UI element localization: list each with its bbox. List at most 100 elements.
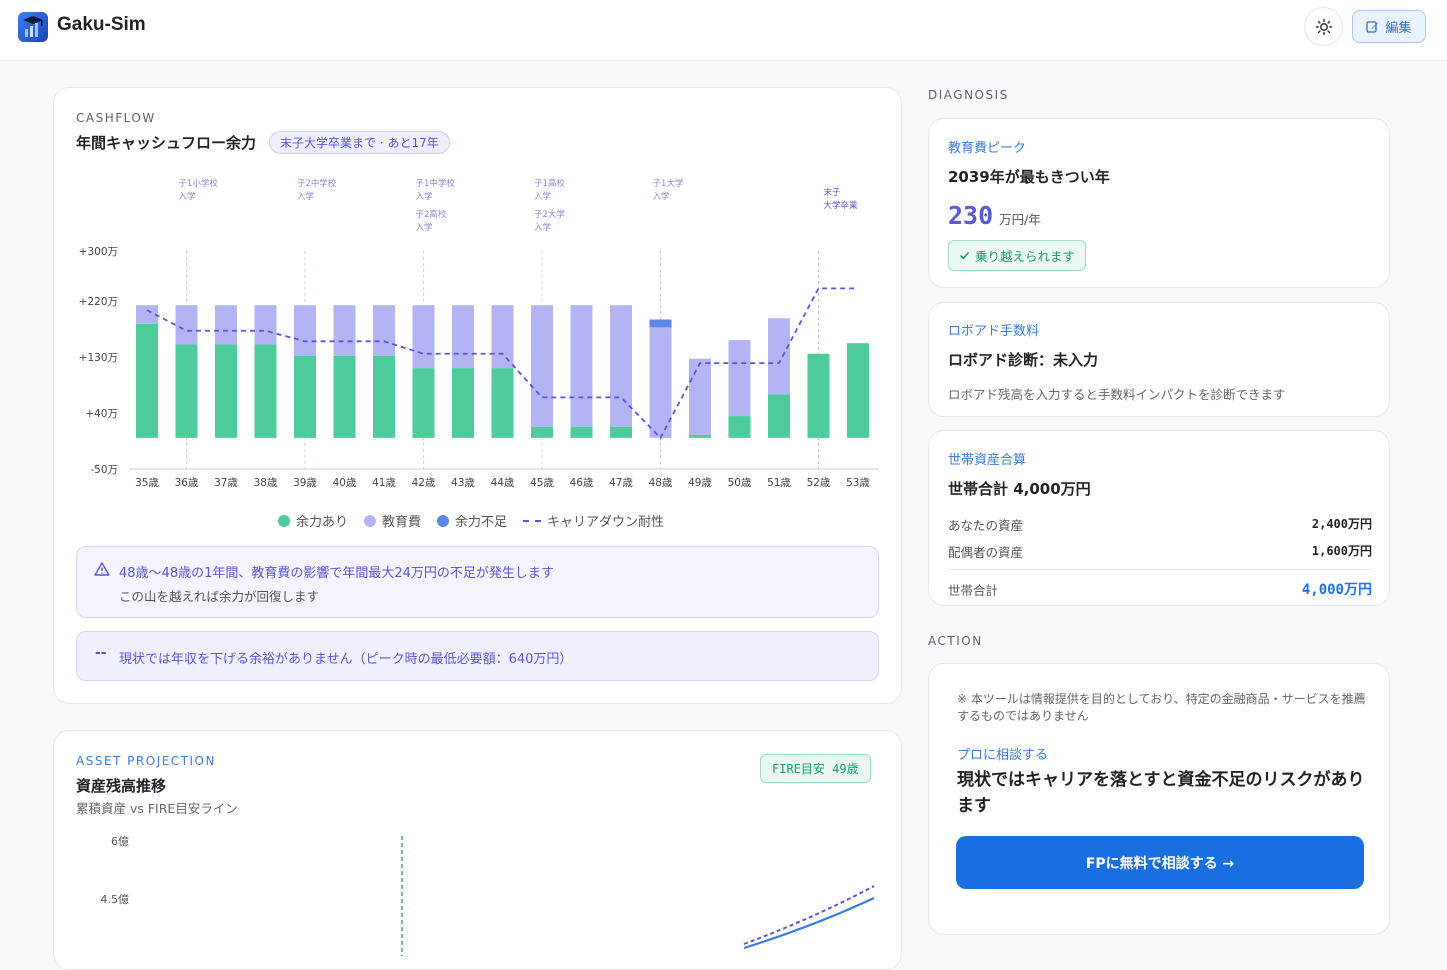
event-label: 子1高校 <box>534 178 565 189</box>
cashflow-badge: 末子大学卒業まで · あと17年 <box>269 131 450 154</box>
app-title: Gaku-Sim <box>57 14 146 35</box>
surplus-bar <box>136 323 158 438</box>
graduation-cap-logo-icon <box>18 12 48 42</box>
education-bar <box>610 305 632 427</box>
action-eyebrow: プロに相談する <box>957 748 1049 763</box>
surplus-bar <box>294 355 316 438</box>
education-bar <box>373 305 395 356</box>
asset-title: 資産残高推移 <box>76 777 167 795</box>
diagnosis-label: DIAGNOSIS <box>928 88 1009 102</box>
event-label: 子1小学校 <box>179 178 219 189</box>
y-tick-label: +40万 <box>85 408 118 420</box>
surplus-bar <box>373 355 395 438</box>
surplus-bar <box>412 368 435 438</box>
y-tick-label: +300万 <box>79 246 118 258</box>
legend-item-deficit: 余力不足 <box>437 511 507 530</box>
education-bar <box>649 319 672 438</box>
surplus-bar <box>847 343 869 438</box>
surplus-bar <box>807 353 830 438</box>
consult-fp-button[interactable]: FPに無料で相談する → <box>956 836 1364 889</box>
cashflow-title: 年間キャッシュフロー余力 <box>76 134 257 152</box>
event-label: 子1中学校 <box>416 178 456 189</box>
asset-total-value: 4,000万円 <box>1301 582 1372 598</box>
warning-icon <box>94 562 110 576</box>
surplus-bar <box>175 344 198 438</box>
app-header: Gaku-Sim 編集 <box>0 0 1447 61</box>
y-tick-label: +220万 <box>79 296 118 308</box>
cashflow-card: CASHFLOW 年間キャッシュフロー余力 末子大学卒業まで · あと17年 +… <box>53 87 902 704</box>
x-tick-label: 49歳 <box>688 477 712 489</box>
deficit-alert-text: 48歳〜48歳の1年間、教育費の影響で年間最大24万円の不足が発生します <box>119 566 554 581</box>
event-label: 入学 <box>416 222 434 233</box>
x-tick-label: 41歳 <box>372 477 396 489</box>
education-bar <box>136 305 158 324</box>
asset-balance-line <box>743 897 875 950</box>
peak-value: 230 <box>948 201 994 230</box>
deficit-alert-subtext: この山を越えれば余力が回復します <box>119 589 320 604</box>
x-tick-label: 38歳 <box>254 477 278 489</box>
education-bar <box>491 305 514 369</box>
robo-advisor-card: ロボアド手数料 ロボアド診断：未入力 ロボアド残高を入力すると手数料インパクトを… <box>928 302 1390 417</box>
surplus-bar <box>728 416 751 438</box>
x-tick-label: 45歳 <box>530 477 554 489</box>
education-bar <box>175 305 198 345</box>
surplus-bar <box>570 426 593 438</box>
event-label: 入学 <box>416 191 434 202</box>
x-tick-label: 40歳 <box>333 477 357 489</box>
x-tick-label: 36歳 <box>175 477 199 489</box>
event-label: 入学 <box>534 222 552 233</box>
x-tick-label: 47歳 <box>609 477 633 489</box>
peak-status-badge: 乗り越えられます <box>948 240 1087 271</box>
x-tick-label: 35歳 <box>135 477 159 489</box>
education-bar <box>689 358 711 435</box>
action-label: ACTION <box>928 634 983 648</box>
assets-eyebrow: 世帯資産合算 <box>948 453 1027 468</box>
surplus-bar <box>452 368 474 438</box>
cashflow-eyebrow: CASHFLOW <box>76 111 156 125</box>
action-disclaimer: ※ 本ツールは情報提供を目的としており、特定の金融商品・サービスを推薦するもので… <box>957 692 1366 723</box>
asset-ytick-label: 4.5億 <box>101 893 130 906</box>
edit-button-label: 編集 <box>1385 21 1412 36</box>
x-tick-label: 53歳 <box>846 477 870 489</box>
surplus-bar <box>768 394 790 438</box>
surplus-bar <box>254 344 277 438</box>
surplus-bar <box>531 426 553 438</box>
x-tick-label: 46歳 <box>570 477 594 489</box>
chart-legend: 余力あり 教育費 余力不足 キャリアダウン耐性 <box>278 511 664 530</box>
event-label: 子2大学 <box>534 209 565 220</box>
asset-chart: 6億 4.5億 <box>101 835 875 956</box>
education-bar <box>254 305 277 345</box>
education-bar <box>570 305 593 427</box>
fire-target-line <box>743 885 875 945</box>
education-bar <box>412 305 435 369</box>
edit-button[interactable]: 編集 <box>1352 10 1426 43</box>
x-tick-label: 52歳 <box>807 477 831 489</box>
surplus-bar <box>215 344 237 438</box>
career-alert: -- 現状では年収を下げる余裕がありません（ピーク時の最低必要額：640万円） <box>76 631 879 681</box>
education-bar <box>333 305 356 356</box>
asset-subtitle: 累積資産 vs FIRE目安ライン <box>76 801 238 816</box>
peak-unit: 万円/年 <box>999 212 1041 227</box>
asset-projection-card: ASSET PROJECTION 資産残高推移 累積資産 vs FIRE目安ライ… <box>53 730 902 970</box>
surplus-bar <box>491 368 514 438</box>
check-icon <box>959 251 970 260</box>
surplus-bar <box>689 434 711 438</box>
event-label: 子2中学校 <box>297 178 337 189</box>
asset-total-row: 世帯合計 4,000万円 <box>948 579 1372 599</box>
x-tick-label: 39歳 <box>293 477 317 489</box>
x-tick-label: 51歳 <box>767 477 791 489</box>
edit-icon <box>1366 21 1379 33</box>
deficit-alert: 48歳〜48歳の1年間、教育費の影響で年間最大24万円の不足が発生します この山… <box>76 546 879 618</box>
event-label: 末子 <box>824 187 842 198</box>
education-bar <box>294 305 316 356</box>
x-tick-label: 37歳 <box>214 477 238 489</box>
cashflow-chart: +300万 +220万 +130万 +40万 -50万 子1小学校入学 子2中学校入学 子1中… <box>79 178 879 489</box>
sun-icon <box>1315 18 1332 35</box>
theme-toggle-button[interactable] <box>1304 7 1343 46</box>
education-bar <box>768 318 790 395</box>
asset-ytick-label: 6億 <box>111 835 129 848</box>
assets-title: 世帯合計 4,000万円 <box>948 480 1091 498</box>
fire-badge: FIRE目安 49歳 <box>760 754 871 783</box>
x-tick-label: 44歳 <box>491 477 515 489</box>
surplus-bar <box>333 355 356 438</box>
